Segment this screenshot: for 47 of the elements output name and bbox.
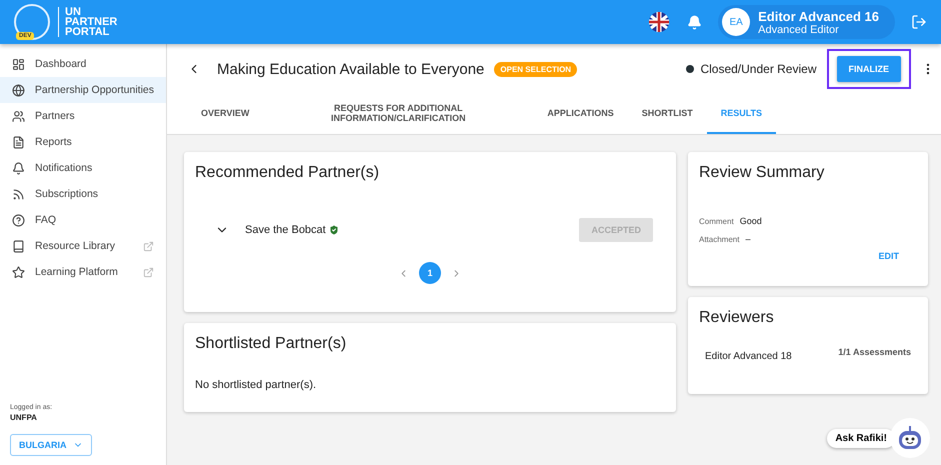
tab[interactable]: APPLICATIONS [533, 94, 628, 134]
field-label: Attachment [699, 235, 740, 244]
logout-icon[interactable] [911, 14, 927, 30]
people-icon [12, 110, 25, 122]
star-icon [12, 266, 25, 278]
sidebar-item[interactable]: FAQ [0, 207, 166, 233]
card-title: Shortlisted Partner(s) [195, 335, 348, 353]
card-title: Recommended Partner(s) [195, 164, 380, 182]
dashboard-icon [12, 58, 25, 70]
empty-message: No shortlisted partner(s). [195, 379, 318, 391]
robot-icon[interactable] [889, 417, 931, 459]
rss-icon [12, 188, 25, 200]
user-menu[interactable]: EA Editor Advanced 16 Advanced Editor [718, 5, 895, 39]
status-badge: OPEN SELECTION [494, 62, 578, 76]
notification-bell-icon[interactable] [687, 14, 702, 30]
card-title: Reviewers [699, 309, 775, 327]
sidebar-item[interactable]: Resource Library [0, 233, 166, 259]
bell-icon [12, 162, 25, 174]
tab[interactable]: SHORTLIST [628, 94, 707, 134]
reviewer-name: Editor Advanced 18 [705, 351, 792, 362]
user-role: Advanced Editor [758, 24, 840, 36]
sidebar-item[interactable]: Learning Platform [0, 259, 166, 285]
uk-flag-icon[interactable] [649, 12, 670, 32]
sidebar-item[interactable]: Subscriptions [0, 181, 166, 207]
sidebar-item[interactable]: Partners [0, 103, 166, 129]
page-title: Making Education Available to Everyone [217, 60, 484, 78]
organization-name: UNFPA [10, 413, 38, 422]
tab[interactable]: REQUESTS FOR ADDITIONAL INFORMATION/CLARIFICATION [263, 94, 534, 134]
sidebar-item[interactable]: Dashboard [0, 51, 166, 77]
user-name: Editor Advanced 16 [758, 8, 879, 24]
field-value: – [745, 234, 750, 244]
document-icon [12, 136, 25, 148]
sidebar-item[interactable]: Notifications [0, 155, 166, 181]
field-label: Comment [699, 217, 734, 226]
globe-icon [12, 84, 25, 96]
sidebar-item[interactable]: Reports [0, 129, 166, 155]
sidebar-item[interactable]: Partnership Opportunities [0, 77, 166, 103]
status-text: Closed/Under Review [686, 62, 816, 76]
portal-logo-text: UN PARTNER PORTAL [58, 7, 118, 37]
partner-name: Save the Bobcat [245, 224, 564, 236]
card-title: Review Summary [699, 164, 826, 182]
help-icon [12, 214, 25, 226]
tab[interactable]: OVERVIEW [187, 94, 264, 134]
user-avatar: EA [722, 8, 750, 36]
assessment-count: 1/1 Assessments [838, 347, 911, 359]
field-value: Good [740, 216, 762, 226]
book-icon [12, 240, 25, 252]
